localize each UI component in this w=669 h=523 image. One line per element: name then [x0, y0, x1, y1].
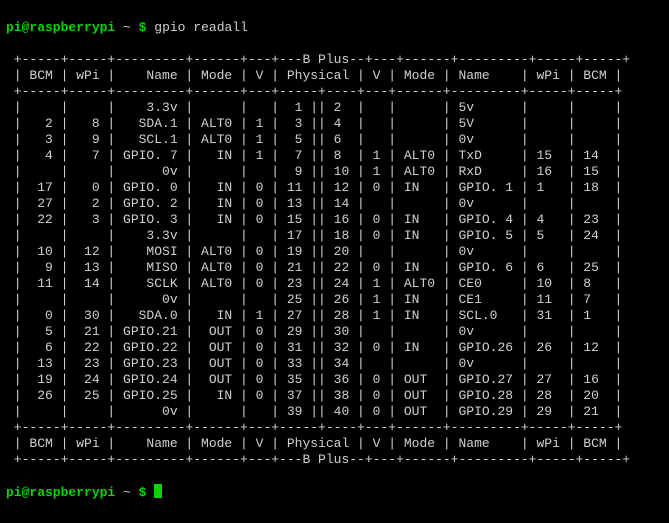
table-row: | | | 3.3v | | | 17 || 18 | 0 | IN | GPI…: [6, 228, 663, 244]
prompt-path: ~: [123, 20, 131, 35]
prompt-dollar: $: [139, 20, 147, 35]
prompt-line-2[interactable]: pi@raspberrypi ~ $: [6, 484, 663, 501]
table-row: | 26 | 25 | GPIO.25 | IN | 0 | 37 || 38 …: [6, 388, 663, 404]
table-row: | 3 | 9 | SCL.1 | ALT0 | 1 | 5 || 6 | | …: [6, 132, 663, 148]
table-row: | 4 | 7 | GPIO. 7 | IN | 1 | 7 || 8 | 1 …: [6, 148, 663, 164]
table-header: | BCM | wPi | Name | Mode | V | Physical…: [6, 436, 663, 452]
table-row: | 6 | 22 | GPIO.22 | OUT | 0 | 31 || 32 …: [6, 340, 663, 356]
table-row: | | | 0v | | | 9 || 10 | 1 | ALT0 | RxD …: [6, 164, 663, 180]
table-row: | 9 | 13 | MISO | ALT0 | 0 | 21 || 22 | …: [6, 260, 663, 276]
table-row: | 11 | 14 | SCLK | ALT0 | 0 | 23 || 24 |…: [6, 276, 663, 292]
table-row: | | | 0v | | | 25 || 26 | 1 | IN | CE1 |…: [6, 292, 663, 308]
table-header: | BCM | wPi | Name | Mode | V | Physical…: [6, 68, 663, 84]
table-row: | 17 | 0 | GPIO. 0 | IN | 0 | 11 || 12 |…: [6, 180, 663, 196]
table-row: | | | 0v | | | 39 || 40 | 0 | OUT | GPIO…: [6, 404, 663, 420]
table-row: +-----+-----+---------+------+---+-----+…: [6, 420, 663, 436]
table-row: | | | 3.3v | | | 1 || 2 | | | 5v | | |: [6, 100, 663, 116]
table-row: | 13 | 23 | GPIO.23 | OUT | 0 | 33 || 34…: [6, 356, 663, 372]
table-row: | 10 | 12 | MOSI | ALT0 | 0 | 19 || 20 |…: [6, 244, 663, 260]
prompt-path: ~: [123, 485, 131, 500]
table-row: | 19 | 24 | GPIO.24 | OUT | 0 | 35 || 36…: [6, 372, 663, 388]
prompt-dollar: $: [139, 485, 147, 500]
table-row: +-----+-----+---------+------+---+-----+…: [6, 84, 663, 100]
command-text: gpio readall: [154, 20, 248, 35]
prompt-line-1: pi@raspberrypi ~ $ gpio readall: [6, 20, 663, 36]
table-row: | 2 | 8 | SDA.1 | ALT0 | 1 | 3 || 4 | | …: [6, 116, 663, 132]
table-row: | 22 | 3 | GPIO. 3 | IN | 0 | 15 || 16 |…: [6, 212, 663, 228]
cursor-block-icon: [154, 484, 162, 498]
terminal[interactable]: pi@raspberrypi ~ $ gpio readall +-----+-…: [0, 0, 669, 521]
table-row: | 0 | 30 | SDA.0 | IN | 1 | 27 || 28 | 1…: [6, 308, 663, 324]
table-row: | 27 | 2 | GPIO. 2 | IN | 0 | 13 || 14 |…: [6, 196, 663, 212]
table-border: +-----+-----+---------+------+---+---B P…: [6, 52, 663, 68]
table-border: +-----+-----+---------+------+---+---B P…: [6, 452, 663, 468]
command-output: +-----+-----+---------+------+---+---B P…: [6, 52, 663, 468]
prompt-user: pi@raspberrypi: [6, 20, 115, 35]
prompt-user: pi@raspberrypi: [6, 485, 115, 500]
table-row: | 5 | 21 | GPIO.21 | OUT | 0 | 29 || 30 …: [6, 324, 663, 340]
